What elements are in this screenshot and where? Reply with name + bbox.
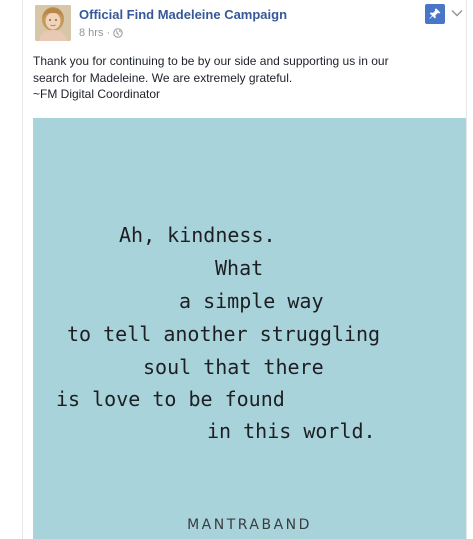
post-text-line: Thank you for continuing to be by our si…: [33, 54, 389, 68]
globe-icon[interactable]: [113, 28, 123, 38]
pin-icon: [429, 8, 441, 19]
page-avatar[interactable]: [35, 5, 71, 41]
page-name-link[interactable]: Official Find Madeleine Campaign: [79, 7, 287, 22]
brand-watermark: MANTRABAND: [187, 517, 312, 533]
post-border-right: [466, 0, 467, 539]
quote-line: in this world.: [207, 419, 376, 443]
quote-line: a simple way: [179, 289, 324, 313]
post-menu-button[interactable]: [450, 6, 464, 20]
post-image[interactable]: Ah, kindness. What a simple way to tell …: [33, 118, 466, 539]
meta-separator: ·: [106, 27, 111, 39]
chevron-down-icon: [451, 10, 463, 17]
avatar-image: [35, 5, 71, 41]
quote-line: is love to be found: [56, 387, 285, 411]
quote-line: to tell another struggling: [67, 322, 381, 346]
post-text-line: ~FM Digital Coordinator: [33, 87, 161, 101]
post-text-line: search for Madeleine. We are extremely g…: [33, 70, 293, 85]
post-message: Thank you for continuing to be by our si…: [33, 53, 453, 103]
post-border-left: [22, 0, 23, 539]
post-meta: 8 hrs ·: [79, 27, 123, 39]
quote-line: What: [215, 256, 264, 280]
quote-line: Ah, kindness.: [119, 223, 276, 247]
pin-button[interactable]: [425, 4, 445, 24]
post-card: Official Find Madeleine Campaign 8 hrs ·…: [0, 0, 473, 539]
quote-text: Ah, kindness. What a simple way to tell …: [33, 118, 466, 539]
quote-line: soul that there: [143, 355, 324, 379]
post-timestamp[interactable]: 8 hrs: [79, 27, 103, 39]
